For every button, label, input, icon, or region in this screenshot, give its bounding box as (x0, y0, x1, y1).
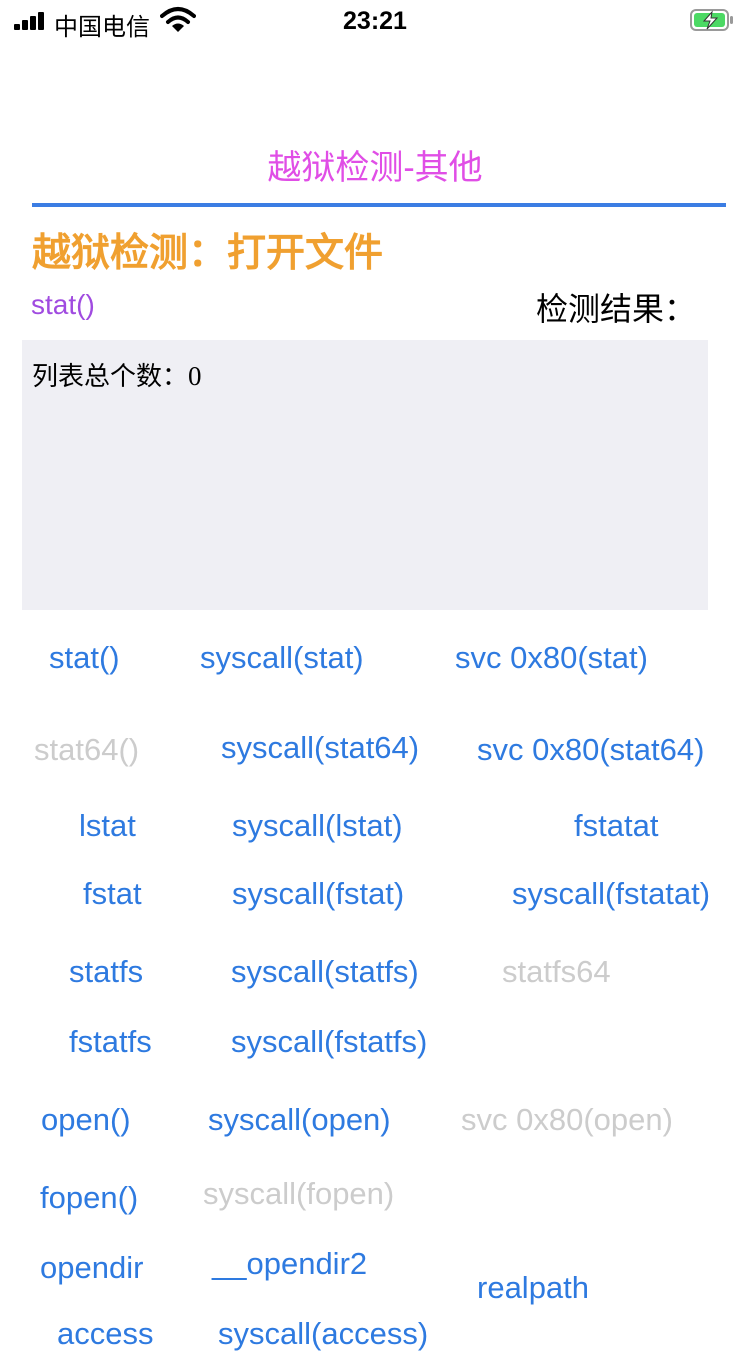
open-button[interactable]: open() (41, 1102, 131, 1138)
syscall-stat64-button[interactable]: syscall(stat64) (221, 730, 419, 766)
stat-button[interactable]: stat() (49, 640, 120, 676)
battery-charging-icon (690, 9, 733, 31)
svc-stat-button[interactable]: svc 0x80(stat) (455, 640, 648, 676)
lstat-button[interactable]: lstat (79, 808, 136, 844)
status-bar: 中国电信 23:21 (0, 0, 750, 41)
list-count-row: 列表总个数：0 (32, 356, 202, 393)
title-underline (32, 203, 726, 207)
statfs64-button[interactable]: statfs64 (502, 954, 611, 990)
syscall-statfs-button[interactable]: syscall(statfs) (231, 954, 419, 990)
realpath-button[interactable]: realpath (477, 1270, 589, 1306)
syscall-fstatat-button[interactable]: syscall(fstatat) (512, 876, 710, 912)
stat64-button[interactable]: stat64() (34, 732, 139, 768)
access-button[interactable]: access (57, 1316, 153, 1352)
syscall-access-button[interactable]: syscall(access) (218, 1316, 428, 1352)
syscall-fopen-button[interactable]: syscall(fopen) (203, 1176, 394, 1212)
fopen-button[interactable]: fopen() (40, 1180, 138, 1216)
opendir2-button[interactable]: __opendir2 (212, 1246, 367, 1282)
nav-title: 越狱检测-其他 (267, 149, 483, 187)
section-title: 越狱检测：打开文件 (32, 232, 384, 275)
fstatfs-button[interactable]: fstatfs (69, 1024, 152, 1060)
syscall-open-button[interactable]: syscall(open) (208, 1102, 391, 1138)
opendir-button[interactable]: opendir (40, 1250, 143, 1286)
current-method-label: stat() (31, 289, 95, 320)
result-label: 检测结果： (535, 291, 696, 327)
syscall-fstat-button[interactable]: syscall(fstat) (232, 876, 404, 912)
svc-stat64-button[interactable]: svc 0x80(stat64) (477, 732, 704, 768)
result-box: 列表总个数：0 (22, 340, 708, 610)
list-count-label: 列表总个数： (32, 361, 189, 391)
svc-open-button[interactable]: svc 0x80(open) (461, 1102, 673, 1138)
fstatat-button[interactable]: fstatat (574, 808, 658, 844)
syscall-fstatfs-button[interactable]: syscall(fstatfs) (231, 1024, 427, 1060)
status-time: 23:21 (343, 7, 407, 35)
list-count-value: 0 (188, 361, 202, 391)
statfs-button[interactable]: statfs (69, 954, 143, 990)
syscall-stat-button[interactable]: syscall(stat) (200, 640, 364, 676)
fstat-button[interactable]: fstat (83, 876, 142, 912)
syscall-lstat-button[interactable]: syscall(lstat) (232, 808, 403, 844)
